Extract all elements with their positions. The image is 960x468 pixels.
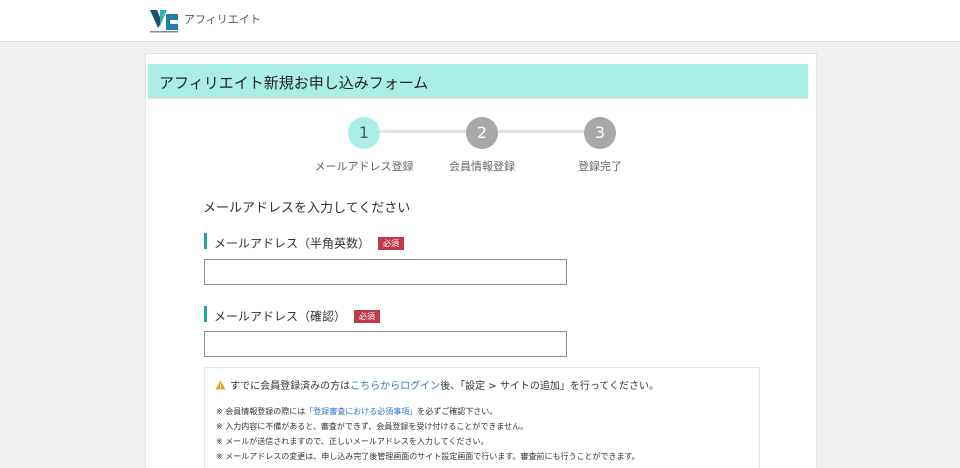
required-badge: 必須 xyxy=(354,310,381,323)
requirements-link[interactable]: 「登録審査における必須事項」 xyxy=(305,407,417,416)
notice-box: すでに会員登録済みの方はこちらからログイン後、「設定 > サイトの追加」を行って… xyxy=(204,367,760,468)
section-heading: メールアドレスを入力してください xyxy=(203,201,411,216)
step-1-circle: 1 xyxy=(348,117,380,149)
step-3-label: 登録完了 xyxy=(578,160,622,173)
step-2-circle: 2 xyxy=(466,117,498,149)
logo-text: アフィリエイト xyxy=(184,13,261,26)
email-confirm-label-text: メールアドレス（確認） xyxy=(214,309,347,324)
note-item: ※ 入力内容に不備があると、審査ができず、会員登録を受け付けることができません。 xyxy=(216,422,529,431)
notice-main-text: すでに会員登録済みの方はこちらからログイン後、「設定 > サイトの追加」を行って… xyxy=(215,377,659,392)
page-title: アフィリエイト新規お申し込みフォーム xyxy=(159,74,429,92)
note-item: ※ 会員情報登録の際には「登録審査における必須事項」を必ずご確認下さい。 xyxy=(216,404,640,419)
notice-prefix: すでに会員登録済みの方は xyxy=(230,381,351,392)
email-label-text: メールアドレス（半角英数） xyxy=(214,236,371,251)
required-badge: 必須 xyxy=(378,237,405,250)
notes-list: ※ 会員情報登録の際には「登録審査における必須事項」を必ずご確認下さい。 ※ 入… xyxy=(216,404,640,464)
email-field-label: メールアドレス（半角英数） 必須 xyxy=(204,233,405,251)
note1-suffix: を必ずご確認下さい。 xyxy=(417,407,498,416)
note-item: ※ メールが送信されますので、正しいメールアドレスを入力してください。 xyxy=(216,437,489,446)
top-header: アフィリエイト xyxy=(0,0,960,42)
form-title-bar: アフィリエイト新規お申し込みフォーム xyxy=(148,64,808,98)
step-3-circle: 3 xyxy=(584,117,616,149)
progress-steps: 1 2 3 メールアドレス登録 会員情報登録 登録完了 xyxy=(146,116,818,176)
email-confirm-field-label: メールアドレス（確認） 必須 xyxy=(204,306,381,324)
note1-prefix: ※ 会員情報登録の際には xyxy=(216,407,306,416)
note-item: ※ メールアドレスの変更は、申し込み完了後管理画面のサイト設定画面で行います。審… xyxy=(216,452,640,461)
warning-icon xyxy=(215,380,226,390)
email-confirm-input[interactable] xyxy=(204,331,567,357)
form-card: アフィリエイト新規お申し込みフォーム 1 2 3 メールアドレス登録 会員情報登… xyxy=(145,53,817,468)
notice-suffix: 後、「設定 > サイトの追加」を行ってください。 xyxy=(440,381,660,392)
step-2-label: 会員情報登録 xyxy=(449,160,515,173)
login-link[interactable]: こちらからログイン xyxy=(350,381,440,392)
email-input[interactable] xyxy=(204,259,567,285)
step-1-label: メールアドレス登録 xyxy=(314,160,414,173)
vc-logo-icon[interactable] xyxy=(148,8,180,34)
